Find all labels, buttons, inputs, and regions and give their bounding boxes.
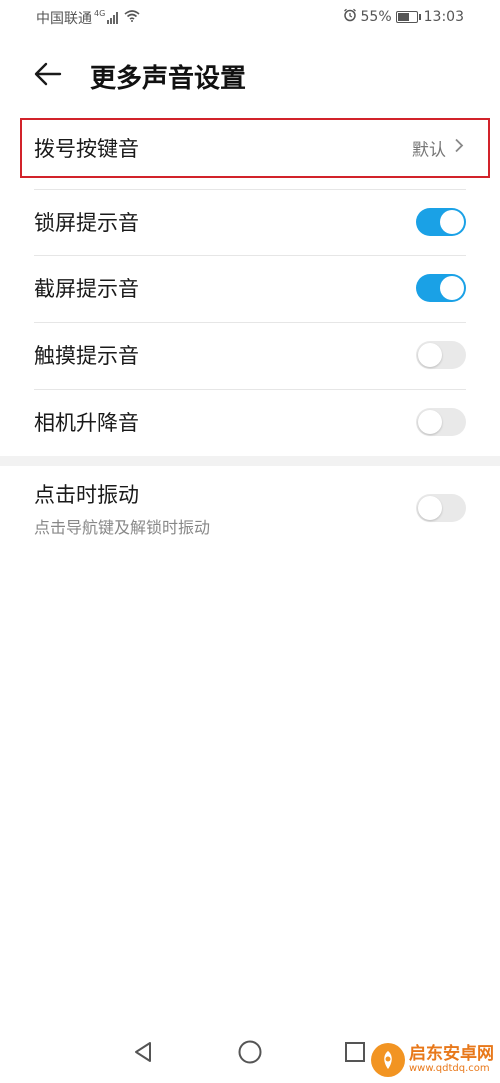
square-recents-icon <box>345 1042 365 1062</box>
watermark-logo-icon <box>371 1043 405 1077</box>
screenshot-sound-row: 截屏提示音 <box>0 255 500 321</box>
camera-lift-sound-row: 相机升降音 <box>0 389 500 455</box>
status-right: 55% 13:03 <box>343 8 464 26</box>
watermark-title: 启东安卓网 <box>409 1043 494 1064</box>
watermark-text: 启东安卓网 www.qdtdq.com <box>409 1043 494 1074</box>
battery-icon <box>395 11 421 23</box>
vibrate-description: 点击导航键及解锁时振动 <box>34 518 211 537</box>
screenshot-sound-label: 截屏提示音 <box>34 277 139 301</box>
section-gap <box>0 456 500 466</box>
circle-home-icon <box>238 1040 262 1064</box>
network-type: 4G <box>94 8 106 18</box>
clock: 13:03 <box>423 9 464 25</box>
touch-sound-row: 触摸提示音 <box>0 322 500 388</box>
carrier-name: 中国联通 <box>36 11 92 27</box>
camera-lift-sound-toggle[interactable] <box>416 408 466 436</box>
toggle-knob <box>418 410 442 434</box>
signal-icon <box>107 12 119 24</box>
lock-sound-row: 锁屏提示音 <box>0 189 500 255</box>
lock-sound-toggle[interactable] <box>416 208 466 236</box>
header: 更多声音设置 <box>0 50 500 98</box>
toggle-knob <box>418 496 442 520</box>
page-title: 更多声音设置 <box>90 64 247 94</box>
status-left: 中国联通 4G <box>36 8 140 28</box>
lock-sound-label: 锁屏提示音 <box>34 211 139 235</box>
watermark-url: www.qdtdq.com <box>409 1062 490 1074</box>
toggle-knob <box>440 276 464 300</box>
screen: 中国联通 4G 55% 13:03 更多声音设置 拨号按键音 默认 锁屏提示音 … <box>0 0 500 1083</box>
nav-home-button[interactable] <box>235 1037 265 1067</box>
toggle-knob <box>418 343 442 367</box>
alarm-icon <box>343 8 357 26</box>
touch-sound-toggle[interactable] <box>416 341 466 369</box>
nav-recents-button[interactable] <box>340 1037 370 1067</box>
back-button[interactable] <box>32 60 64 88</box>
watermark: 启东安卓网 www.qdtdq.com <box>371 1043 494 1077</box>
highlight-box <box>20 118 490 178</box>
nav-back-button[interactable] <box>128 1037 158 1067</box>
vibrate-toggle[interactable] <box>416 494 466 522</box>
toggle-knob <box>440 210 464 234</box>
battery-fill <box>397 13 409 21</box>
vibrate-label: 点击时振动 <box>34 483 139 507</box>
camera-lift-sound-label: 相机升降音 <box>34 411 139 435</box>
wifi-icon <box>124 10 140 26</box>
back-arrow-icon <box>34 62 62 86</box>
triangle-back-icon <box>135 1042 151 1062</box>
touch-sound-label: 触摸提示音 <box>34 344 139 368</box>
status-bar: 中国联通 4G 55% 13:03 <box>0 0 500 34</box>
battery-percent: 55% <box>360 9 392 25</box>
vibrate-row: 点击时振动 点击导航键及解锁时振动 <box>0 472 500 544</box>
screenshot-sound-toggle[interactable] <box>416 274 466 302</box>
